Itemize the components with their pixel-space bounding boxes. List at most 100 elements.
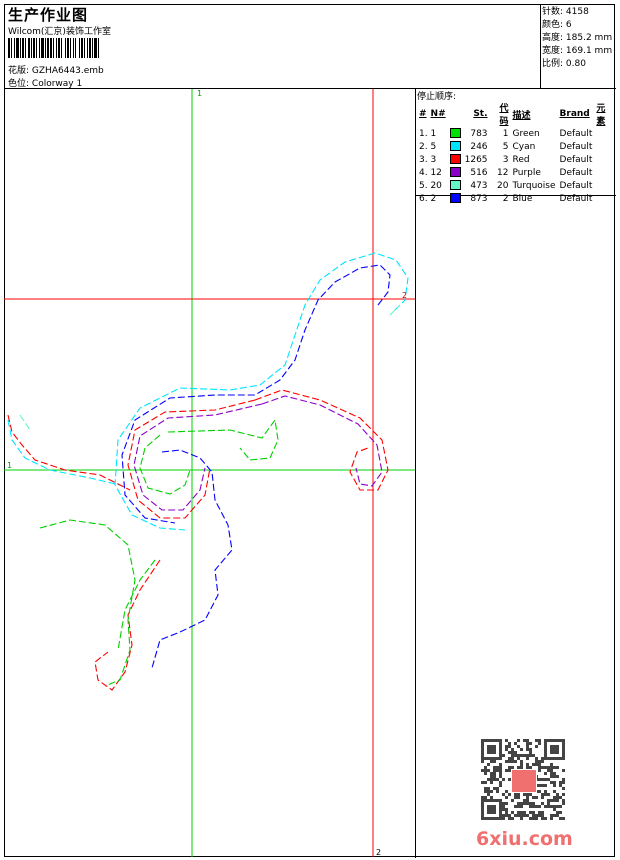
qr-module [550, 799, 553, 802]
qr-module [544, 754, 547, 757]
qr-module [493, 739, 496, 742]
qr-module [547, 805, 550, 808]
qr-module [547, 778, 550, 781]
qr-module [556, 757, 559, 760]
qr-module [532, 805, 535, 808]
qr-module [484, 766, 487, 769]
qr-module [529, 793, 532, 796]
qr-module [562, 745, 565, 748]
guide-label-red-bottom: 2 [376, 848, 381, 857]
qr-module [481, 751, 484, 754]
qr-module [505, 748, 508, 751]
stitch-path-red [7, 389, 389, 691]
qr-module [499, 745, 502, 748]
qr-module [520, 817, 523, 820]
qr-module [538, 760, 541, 763]
qr-module [526, 754, 529, 757]
qr-module [553, 781, 556, 784]
qr-module [544, 757, 547, 760]
qr-code [481, 739, 565, 821]
qr-module [502, 808, 505, 811]
qr-module [541, 757, 544, 760]
qr-module [517, 754, 520, 757]
qr-module [490, 796, 493, 799]
qr-module [481, 769, 484, 772]
qr-module [538, 805, 541, 808]
qr-module [514, 796, 517, 799]
qr-module [538, 739, 541, 742]
qr-module [502, 778, 505, 781]
qr-module [559, 781, 562, 784]
qr-module [535, 814, 538, 817]
qr-module [550, 805, 553, 808]
qr-module [520, 748, 523, 751]
qr-module [556, 739, 559, 742]
qr-module [541, 796, 544, 799]
qr-module [499, 799, 502, 802]
qr-module [556, 766, 559, 769]
qr-module [490, 760, 493, 763]
qr-module [481, 754, 484, 757]
qr-module [532, 802, 535, 805]
qr-module [508, 757, 511, 760]
qr-module [493, 745, 496, 748]
qr-module [499, 814, 502, 817]
qr-module [544, 817, 547, 820]
qr-module [508, 817, 511, 820]
qr-module [505, 745, 508, 748]
qr-module [559, 784, 562, 787]
qr-module [493, 760, 496, 763]
qr-module [505, 790, 508, 793]
qr-module [499, 739, 502, 742]
watermark-logo: 6xiu.com [476, 828, 573, 850]
qr-module [508, 760, 511, 763]
qr-module [520, 814, 523, 817]
qr-module [529, 742, 532, 745]
qr-module [529, 805, 532, 808]
qr-module [511, 799, 514, 802]
qr-module [544, 745, 547, 748]
qr-module [529, 754, 532, 757]
qr-module [556, 805, 559, 808]
qr-module [499, 766, 502, 769]
qr-module [544, 739, 547, 742]
qr-module [508, 751, 511, 754]
stitch-path-green [39, 418, 279, 687]
qr-module [514, 805, 517, 808]
qr-module [481, 742, 484, 745]
qr-module [499, 784, 502, 787]
qr-module [484, 739, 487, 742]
qr-module [511, 754, 514, 757]
qr-module [481, 817, 484, 820]
qr-module [490, 751, 493, 754]
qr-module [499, 748, 502, 751]
qr-module [508, 745, 511, 748]
stitch-path-blue [121, 264, 391, 669]
qr-module [496, 787, 499, 790]
qr-module [553, 775, 556, 778]
qr-module [499, 802, 502, 805]
qr-module [481, 802, 484, 805]
qr-module [493, 808, 496, 811]
qr-module [526, 793, 529, 796]
qr-module [490, 817, 493, 820]
qr-module [502, 805, 505, 808]
qr-module [553, 751, 556, 754]
qr-module [520, 802, 523, 805]
qr-module [496, 778, 499, 781]
qr-module [550, 781, 553, 784]
qr-module [493, 766, 496, 769]
qr-module [526, 796, 529, 799]
qr-module [550, 748, 553, 751]
qr-module [535, 757, 538, 760]
qr-module [538, 784, 541, 787]
qr-module [532, 754, 535, 757]
qr-module [535, 763, 538, 766]
qr-module [499, 817, 502, 820]
qr-module [511, 811, 514, 814]
qr-module [481, 808, 484, 811]
qr-module [517, 814, 520, 817]
qr-module [541, 814, 544, 817]
qr-module [553, 757, 556, 760]
qr-module [556, 811, 559, 814]
